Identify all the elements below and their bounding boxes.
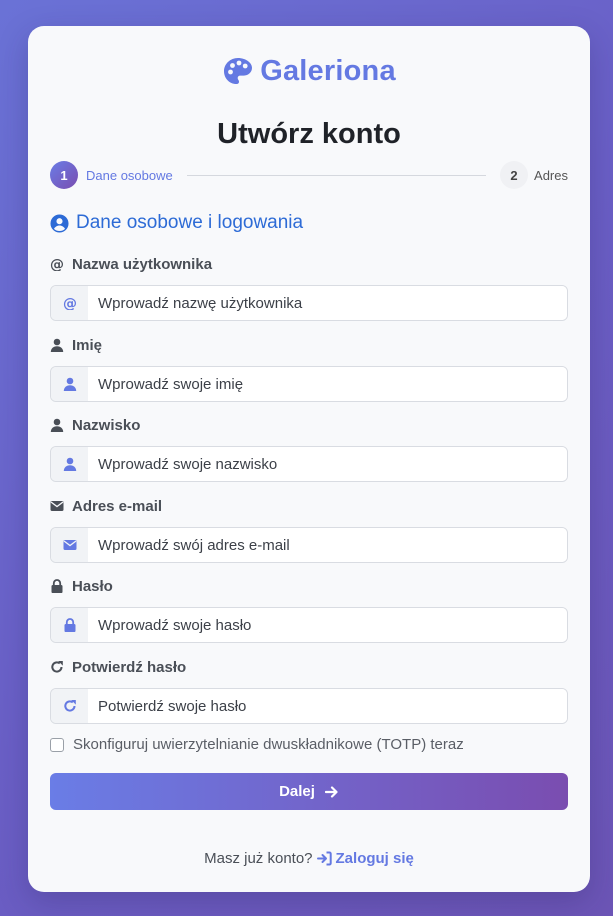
step-connector [186, 174, 487, 176]
lock-icon [64, 618, 75, 632]
email-label: Adres e-mail [50, 496, 568, 516]
step-2-indicator: 2 [500, 161, 529, 189]
password-input[interactable] [88, 608, 567, 642]
user-icon [50, 338, 64, 352]
progress-steps: 1 Dane osobowe 2 Adres [50, 160, 568, 190]
user-circle-icon [50, 213, 69, 233]
email-input-group [50, 527, 568, 563]
page-title: Utwórz konto [217, 118, 401, 150]
svg-text:@: @ [63, 296, 77, 310]
brand: Galeriona [28, 55, 590, 88]
user-icon [50, 418, 64, 432]
username-label-text: Nazwa użytkownika [72, 255, 213, 273]
first-name-input[interactable] [88, 367, 567, 401]
totp-checkbox[interactable] [50, 737, 64, 752]
first-name-label: Imię [50, 335, 568, 355]
confirm-password-input-group [50, 688, 568, 724]
section-title-text: Dane osobowe i logowania [76, 212, 304, 233]
last-name-label-text: Nazwisko [72, 416, 141, 434]
envelope-icon [63, 540, 76, 550]
password-field-group: Hasło [50, 576, 568, 643]
arrow-right-icon [324, 785, 338, 798]
last-name-input-group [50, 446, 568, 482]
at-icon: @ [63, 296, 77, 310]
email-field-group: Adres e-mail [50, 496, 568, 563]
login-prompt-text: Masz już konto? [204, 850, 313, 867]
user-icon [63, 457, 76, 471]
confirm-password-addon [51, 689, 88, 723]
first-name-input-group [50, 366, 568, 402]
confirm-password-label-text: Potwierdź hasło [72, 658, 187, 676]
register-card: Galeriona Utwórz konto 1 Dane osobowe 2 … [28, 26, 590, 892]
last-name-input[interactable] [88, 447, 567, 481]
login-link-label: Zaloguj się [335, 850, 414, 867]
user-icon [63, 377, 76, 391]
confirm-password-input[interactable] [88, 689, 567, 723]
svg-text:@: @ [50, 257, 64, 271]
envelope-icon [50, 501, 64, 511]
step-1-indicator: 1 [50, 161, 78, 189]
at-icon: @ [50, 257, 64, 271]
email-label-text: Adres e-mail [72, 497, 163, 515]
last-name-addon [51, 447, 88, 481]
totp-checkbox-row: Skonfiguruj uwierzytelnianie dwuskładnik… [50, 736, 464, 753]
next-button-label: Dalej [279, 783, 315, 800]
lock-icon [51, 579, 63, 593]
password-label-text: Hasło [72, 577, 113, 595]
brand-name: Galeriona [260, 55, 396, 87]
first-name-field-group: Imię [50, 335, 568, 402]
login-prompt: Masz już konto? Zaloguj się [28, 850, 590, 867]
step-1-label: Dane osobowe [86, 167, 173, 183]
first-name-label-text: Imię [72, 336, 103, 354]
next-button[interactable]: Dalej [50, 773, 568, 810]
redo-icon [51, 661, 63, 673]
last-name-label: Nazwisko [50, 415, 568, 435]
sign-in-icon [316, 851, 332, 866]
username-addon: @ [51, 286, 88, 320]
password-addon [51, 608, 88, 642]
email-addon [51, 528, 88, 562]
confirm-password-field-group: Potwierdź hasło [50, 657, 568, 724]
username-field-group: @ Nazwa użytkownika @ [50, 254, 568, 321]
email-input[interactable] [88, 528, 567, 562]
totp-checkbox-label[interactable]: Skonfiguruj uwierzytelnianie dwuskładnik… [73, 736, 464, 753]
login-link[interactable]: Zaloguj się [316, 850, 414, 867]
last-name-field-group: Nazwisko [50, 415, 568, 482]
confirm-password-label: Potwierdź hasło [50, 657, 568, 677]
first-name-addon [51, 367, 88, 401]
password-label: Hasło [50, 576, 568, 596]
username-input-group: @ [50, 285, 568, 321]
password-input-group [50, 607, 568, 643]
step-2-label: Adres [534, 167, 568, 183]
username-label: @ Nazwa użytkownika [50, 254, 568, 274]
section-title: Dane osobowe i logowania [50, 212, 303, 234]
username-input[interactable] [88, 286, 567, 320]
palette-icon [224, 57, 253, 84]
redo-icon [63, 700, 76, 712]
